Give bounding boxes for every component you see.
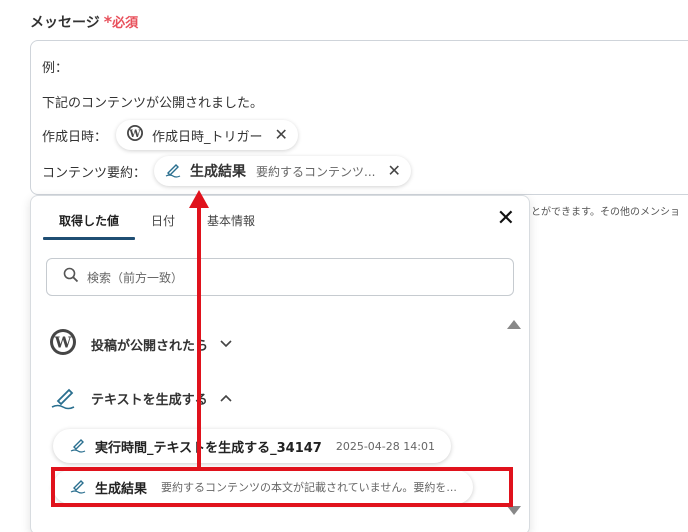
- group-label: 投稿が公開されたら: [91, 338, 209, 354]
- item-label: 実行時間_テキストを生成する_34147: [95, 440, 322, 456]
- svg-text:W: W: [54, 334, 73, 352]
- chip-created-datetime[interactable]: W 作成日時_トリガー ✕: [116, 120, 298, 150]
- annotation-arrow-head: [189, 190, 209, 208]
- chip-summary-result[interactable]: 生成結果 要約するコンテンツ... ✕: [154, 156, 411, 186]
- field-label-text: メッセージ: [30, 15, 100, 31]
- svg-text:W: W: [128, 129, 141, 140]
- annotation-highlight-box: [51, 467, 513, 507]
- tab-retrieved-values[interactable]: 取得した値: [43, 196, 136, 240]
- scroll-down-arrow[interactable]: [507, 506, 521, 515]
- message-label-summary: コンテンツ要約：: [42, 166, 147, 181]
- search-placeholder: 検索（前方一致）: [87, 270, 184, 285]
- search-input[interactable]: 検索（前方一致）: [46, 258, 514, 296]
- panel-tabs: 取得した値 日付 基本情報: [43, 196, 271, 240]
- wordpress-icon: W: [126, 124, 144, 146]
- pen-icon: [164, 160, 182, 182]
- chip-summary-sub: 要約するコンテンツ...: [256, 164, 376, 179]
- chevron-up-icon: [220, 391, 232, 406]
- scroll-up-arrow[interactable]: [507, 320, 521, 329]
- close-icon[interactable]: ✕: [497, 208, 515, 230]
- chevron-down-icon: [220, 337, 232, 352]
- message-line-example: 例：: [42, 61, 69, 76]
- close-icon[interactable]: ✕: [387, 163, 400, 179]
- list-item-execution-time[interactable]: 実行時間_テキストを生成する_34147 2025-04-28 14:01: [53, 429, 451, 463]
- side-hint-text: とができます。その他のメンショ: [531, 207, 680, 218]
- wordpress-icon: W: [49, 328, 77, 360]
- message-line-body: 下記のコンテンツが公開されました。: [42, 96, 264, 111]
- annotation-arrow-line: [197, 205, 201, 467]
- group-generate-text[interactable]: テキストを生成する: [49, 382, 232, 414]
- pen-icon: [69, 435, 87, 457]
- chip-summary-title: 生成結果: [190, 164, 246, 180]
- group-post-published[interactable]: W 投稿が公開されたら: [49, 328, 232, 360]
- message-editor[interactable]: 例： 下記のコンテンツが公開されました。 作成日時： W 作成日時_トリガー ✕…: [30, 40, 688, 195]
- group-label: テキストを生成する: [91, 392, 208, 408]
- field-label: メッセージ *必須: [30, 12, 138, 32]
- item-timestamp: 2025-04-28 14:01: [335, 439, 435, 453]
- tab-date[interactable]: 日付: [135, 196, 191, 240]
- close-icon[interactable]: ✕: [275, 127, 288, 143]
- required-text: 必須: [112, 16, 139, 31]
- chip-created-label: 作成日時_トリガー: [152, 129, 263, 145]
- required-star: *: [103, 12, 113, 31]
- message-label-created: 作成日時：: [42, 130, 108, 145]
- search-icon: [63, 267, 79, 287]
- pen-icon: [49, 382, 77, 414]
